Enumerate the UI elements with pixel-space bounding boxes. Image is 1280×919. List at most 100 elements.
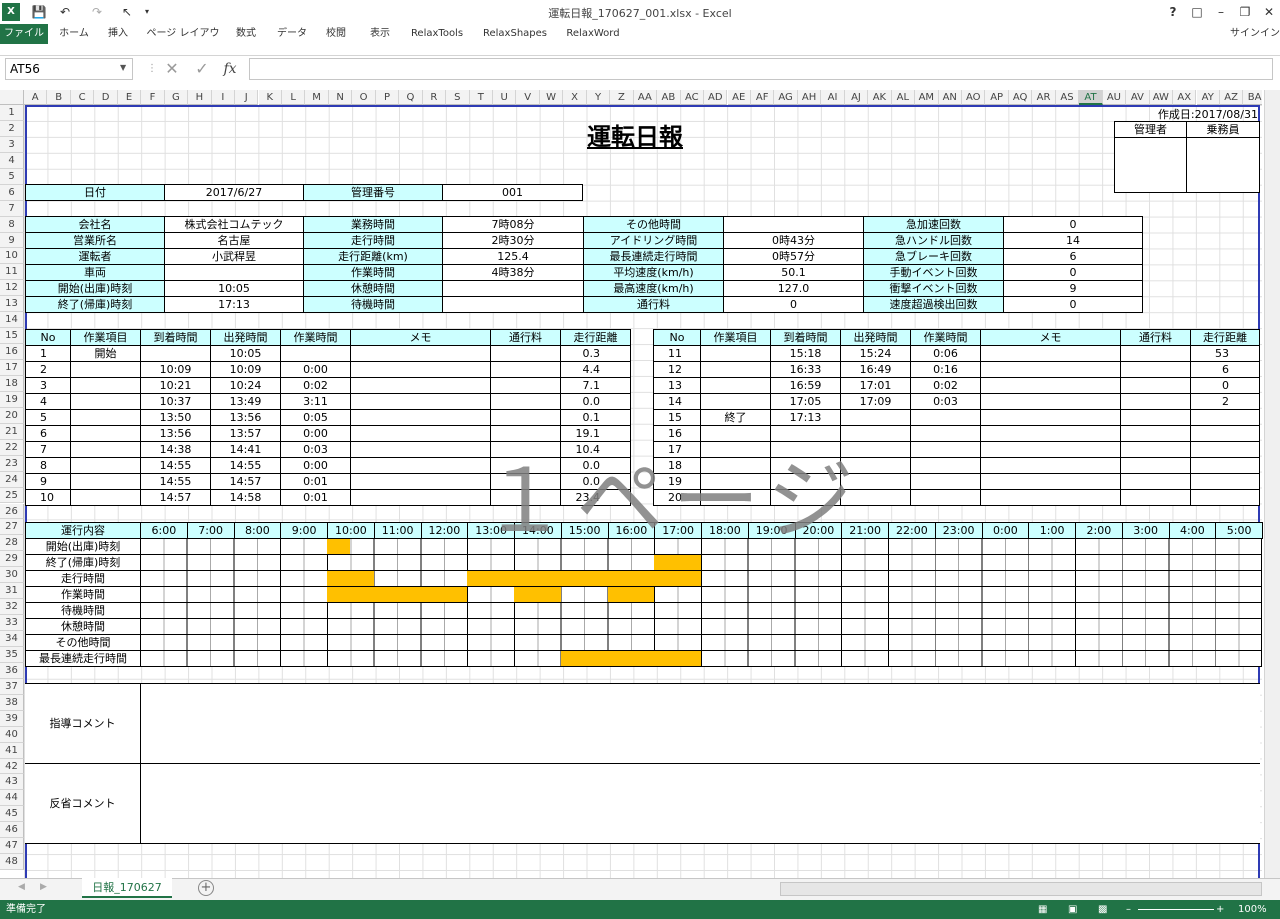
row-header-45[interactable]: 45: [0, 806, 24, 823]
log-right-cell[interactable]: [1120, 457, 1191, 474]
maximize-icon[interactable]: ❐: [1234, 2, 1256, 22]
column-header-ax[interactable]: AX: [1173, 90, 1197, 105]
log-left-cell[interactable]: 0.1: [560, 409, 631, 426]
log-left-cell[interactable]: [70, 393, 141, 410]
tab-home[interactable]: ホーム: [54, 24, 94, 44]
log-left-cell[interactable]: [350, 345, 491, 362]
log-right-cell[interactable]: [910, 409, 981, 426]
column-header-ae[interactable]: AE: [727, 90, 751, 105]
row-header-10[interactable]: 10: [0, 248, 24, 265]
log-left-cell[interactable]: 10:37: [140, 393, 211, 410]
row-header-23[interactable]: 23: [0, 455, 24, 472]
log-left-cell[interactable]: [350, 489, 491, 506]
log-right-cell[interactable]: 17:05: [770, 393, 841, 410]
info-value[interactable]: 0: [1003, 264, 1143, 281]
log-right-cell[interactable]: [910, 489, 981, 506]
log-right-cell[interactable]: [840, 409, 911, 426]
log-left-cell[interactable]: 14:41: [210, 441, 281, 458]
column-header-au[interactable]: AU: [1102, 90, 1127, 105]
column-header-d[interactable]: D: [94, 90, 118, 105]
info-value[interactable]: 2時30分: [442, 232, 584, 249]
add-sheet-icon[interactable]: +: [198, 880, 214, 896]
log-right-cell[interactable]: [700, 345, 771, 362]
column-header-l[interactable]: L: [281, 90, 306, 105]
log-left-cell[interactable]: [490, 393, 561, 410]
column-header-s[interactable]: S: [446, 90, 470, 105]
row-header-32[interactable]: 32: [0, 599, 24, 616]
column-header-b[interactable]: B: [47, 90, 71, 105]
row-header-41[interactable]: 41: [0, 742, 24, 759]
tab-relaxshapes[interactable]: RelaxShapes: [478, 24, 552, 44]
help-icon[interactable]: ?: [1162, 2, 1184, 22]
column-header-az[interactable]: AZ: [1219, 90, 1244, 105]
column-header-aq[interactable]: AQ: [1008, 90, 1033, 105]
row-header-13[interactable]: 13: [0, 296, 24, 313]
log-left-cell[interactable]: 14:55: [210, 457, 281, 474]
log-right-cell[interactable]: [1190, 473, 1260, 490]
minimize-icon[interactable]: –: [1210, 2, 1232, 22]
log-right-cell[interactable]: [980, 441, 1121, 458]
column-header-aa[interactable]: AA: [633, 90, 658, 105]
info-value[interactable]: [164, 264, 304, 281]
log-left-cell[interactable]: [490, 377, 561, 394]
mgmt-number-value[interactable]: 001: [442, 184, 583, 201]
info-value[interactable]: 4時38分: [442, 264, 584, 281]
row-header-18[interactable]: 18: [0, 375, 24, 392]
log-left-cell[interactable]: 13:57: [210, 425, 281, 442]
log-left-cell[interactable]: 0:00: [280, 361, 351, 378]
info-value[interactable]: 127.0: [723, 280, 864, 297]
approval-driver-stamp[interactable]: [1186, 137, 1260, 193]
log-right-cell[interactable]: [1190, 425, 1260, 442]
info-value[interactable]: 17:13: [164, 296, 304, 313]
log-right-cell[interactable]: [980, 393, 1121, 410]
column-header-ay[interactable]: AY: [1196, 90, 1220, 105]
column-header-p[interactable]: P: [375, 90, 400, 105]
log-left-cell[interactable]: [350, 457, 491, 474]
info-value[interactable]: [723, 216, 864, 233]
column-header-k[interactable]: K: [258, 90, 282, 105]
row-header-3[interactable]: 3: [0, 136, 24, 153]
row-header-27[interactable]: 27: [0, 519, 24, 536]
column-header-o[interactable]: O: [352, 90, 376, 105]
column-header-ba[interactable]: BA: [1243, 90, 1262, 105]
log-left-cell[interactable]: 10:05: [210, 345, 281, 362]
log-left-cell[interactable]: [350, 393, 491, 410]
info-value[interactable]: 名古屋: [164, 232, 304, 249]
log-left-cell[interactable]: [70, 457, 141, 474]
log-left-cell[interactable]: 0:02: [280, 377, 351, 394]
log-left-cell[interactable]: 0:03: [280, 441, 351, 458]
info-value[interactable]: 7時08分: [442, 216, 584, 233]
log-left-cell[interactable]: 10:09: [210, 361, 281, 378]
column-header-al[interactable]: AL: [891, 90, 916, 105]
tab-scroll-left-icon[interactable]: ◀: [18, 882, 25, 892]
log-right-cell[interactable]: [1190, 489, 1260, 506]
log-left-cell[interactable]: [490, 361, 561, 378]
log-right-cell[interactable]: 53: [1190, 345, 1260, 362]
column-header-aj[interactable]: AJ: [844, 90, 869, 105]
row-header-11[interactable]: 11: [0, 264, 24, 281]
column-header-ag[interactable]: AG: [774, 90, 798, 105]
log-right-cell[interactable]: [910, 441, 981, 458]
log-left-cell[interactable]: 0:01: [280, 489, 351, 506]
row-header-28[interactable]: 28: [0, 535, 24, 552]
log-right-cell[interactable]: [1190, 409, 1260, 426]
column-header-ab[interactable]: AB: [657, 90, 681, 105]
row-header-12[interactable]: 12: [0, 280, 24, 297]
row-header-21[interactable]: 21: [0, 423, 24, 440]
column-header-m[interactable]: M: [305, 90, 329, 105]
row-header-9[interactable]: 9: [0, 232, 24, 249]
select-all-corner[interactable]: [0, 90, 24, 105]
page-break-view-icon[interactable]: ▩: [1098, 900, 1107, 919]
info-value[interactable]: 50.1: [723, 264, 864, 281]
row-header-38[interactable]: 38: [0, 694, 24, 711]
log-left-cell[interactable]: [70, 441, 141, 458]
column-header-n[interactable]: N: [328, 90, 353, 105]
log-left-cell[interactable]: 14:55: [140, 457, 211, 474]
log-right-cell[interactable]: 終了: [700, 409, 771, 426]
column-header-af[interactable]: AF: [750, 90, 775, 105]
column-header-av[interactable]: AV: [1126, 90, 1150, 105]
log-left-cell[interactable]: 開始: [70, 345, 141, 362]
log-left-cell[interactable]: [350, 473, 491, 490]
log-right-cell[interactable]: 15:18: [770, 345, 841, 362]
column-header-u[interactable]: U: [493, 90, 517, 105]
